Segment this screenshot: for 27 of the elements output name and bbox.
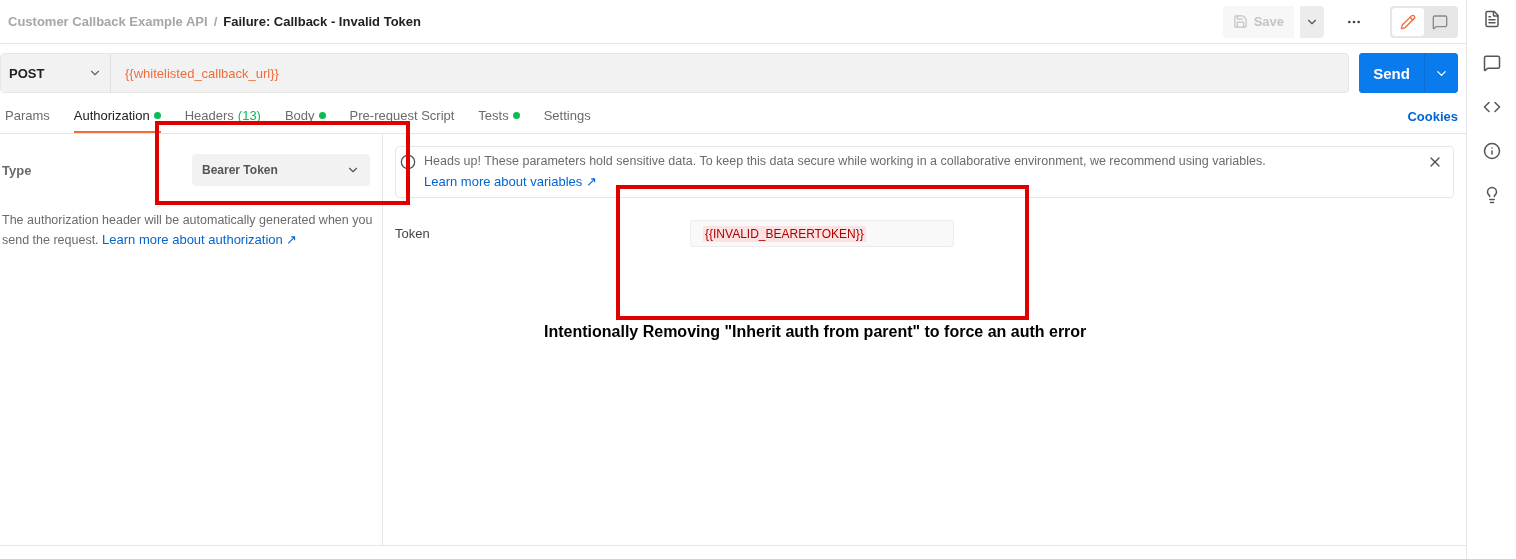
request-tab[interactable]: Settings — [543, 100, 591, 133]
cookies-link[interactable]: Cookies — [1407, 109, 1458, 124]
breadcrumb-separator: / — [213, 14, 218, 29]
info-icon — [400, 154, 416, 170]
annotation-text: Intentionally Removing "Inherit auth from parent" to force an auth error — [544, 323, 1088, 341]
request-tab[interactable]: Authorization — [73, 100, 161, 133]
type-label: Type — [2, 162, 32, 178]
send-button[interactable]: Send — [1359, 53, 1425, 93]
request-tab[interactable]: Tests — [478, 100, 520, 133]
info-icon[interactable] — [1482, 142, 1501, 160]
request-name: Failure: Callback - Invalid Token — [223, 14, 421, 29]
document-icon[interactable] — [1482, 10, 1501, 28]
request-tab[interactable]: Pre-request Script — [349, 100, 455, 133]
token-field[interactable]: {{INVALID_BEARERTOKEN}} — [690, 220, 954, 247]
variables-help-link[interactable]: Learn more about variables ↗ — [424, 174, 597, 189]
save-icon — [1232, 14, 1248, 29]
request-tab[interactable]: Params — [5, 100, 50, 133]
token-label: Token — [395, 226, 431, 241]
request-tab[interactable]: Body — [284, 100, 326, 133]
auth-type-select[interactable]: Bearer Token — [192, 154, 370, 186]
authorization-help-link[interactable]: Learn more about authorization ↗ — [102, 232, 298, 247]
comment-icon[interactable] — [1482, 54, 1501, 72]
pencil-icon — [1400, 13, 1416, 30]
comment-icon — [1432, 13, 1448, 30]
notice-text: Heads up! These parameters hold sensitive data. To keep this data secure while working in a collaborative environment, we recommend using variables. — [424, 154, 1267, 168]
auth-description: The authorization header will be automatically generated when you send the request. Learn more about authorization ↗ — [2, 212, 374, 249]
mode-button[interactable] — [1392, 7, 1424, 36]
